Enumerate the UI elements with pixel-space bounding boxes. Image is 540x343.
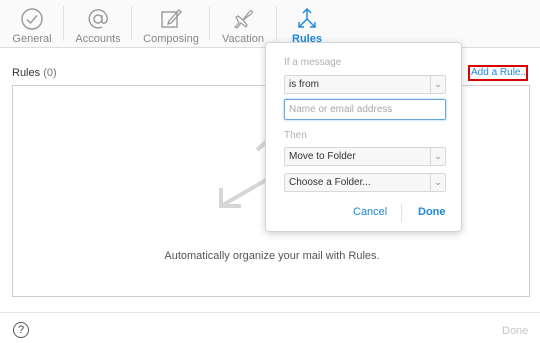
tab-accounts[interactable]: Accounts [72,0,124,47]
airplane-icon [233,10,253,29]
at-sign-icon [88,9,108,29]
chevron-down-icon: ⌄ [430,76,445,93]
empty-state-message: Automatically organize your mail with Ru… [164,250,380,262]
toolbar-divider [209,6,210,41]
condition-select[interactable]: is from ⌄ [284,75,446,94]
folder-select-value: Choose a Folder... [289,177,371,188]
tab-vacation-label: Vacation [222,33,264,45]
folder-select[interactable]: Choose a Folder... ⌄ [284,173,446,192]
check-circle-icon [21,8,43,30]
add-rule-link[interactable]: Add a Rule... [468,65,528,81]
rules-heading: Rules (0) [12,67,57,79]
tab-general[interactable]: General [8,0,56,47]
footer-divider [0,312,540,313]
done-button[interactable]: Done [418,206,446,218]
tab-composing-label: Composing [143,33,199,45]
rules-count: (0) [43,67,57,79]
action-select[interactable]: Move to Folder ⌄ [284,147,446,166]
tab-composing[interactable]: Composing [141,0,201,47]
action-select-value: Move to Folder [289,151,356,162]
help-button[interactable]: ? [13,322,29,338]
compose-icon [161,9,182,28]
cancel-button[interactable]: Cancel [353,206,387,218]
action-heading: Then [284,130,307,141]
condition-select-value: is from [289,79,319,90]
rules-arrows-icon [298,8,316,28]
chevron-down-icon: ⌄ [430,148,445,165]
rules-title-label: Rules [12,67,41,79]
toolbar-divider [63,6,64,41]
tab-rules[interactable]: Rules [285,0,329,47]
address-input[interactable] [284,99,446,120]
toolbar-divider [276,6,277,41]
tab-general-label: General [12,33,52,45]
button-divider [401,204,402,222]
chevron-down-icon: ⌄ [430,174,445,191]
add-rule-popover: If a message is from ⌄ Then Move to Fold… [265,42,462,232]
footer-done-button[interactable]: Done [502,325,528,337]
settings-toolbar: General Accounts Composing Vacation Rule… [0,0,540,48]
tab-vacation[interactable]: Vacation [218,0,268,47]
condition-heading: If a message [284,57,342,68]
toolbar-divider [131,6,132,41]
tab-accounts-label: Accounts [75,33,121,45]
